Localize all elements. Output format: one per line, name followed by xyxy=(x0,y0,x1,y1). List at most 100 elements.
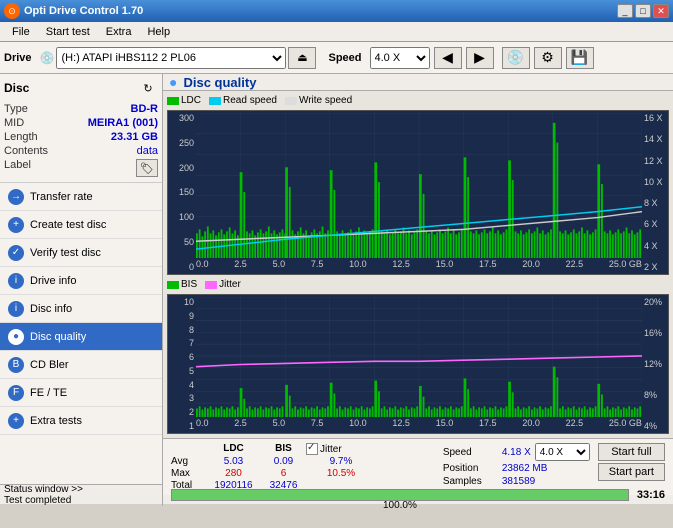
jitter-checkbox[interactable] xyxy=(306,443,318,455)
fe-te-icon: F xyxy=(8,385,24,401)
drive-label: Drive xyxy=(4,52,32,64)
bottom-chart-x-axis: 0.0 2.5 5.0 7.5 10.0 12.5 15.0 17.5 20.0… xyxy=(196,417,642,433)
max-bis: 6 xyxy=(261,468,306,479)
sidebar-item-verify-test-disc[interactable]: ✓ Verify test disc xyxy=(0,239,162,267)
bottom-chart-y-right: 20% 16% 12% 8% 4% xyxy=(642,295,668,433)
top-chart: 300 250 200 150 100 50 0 16 X 14 X 12 X … xyxy=(167,110,669,275)
sidebar-item-disc-quality[interactable]: ● Disc quality xyxy=(0,323,162,351)
sidebar-item-drive-info[interactable]: i Drive info xyxy=(0,267,162,295)
status-right: 100.0% 33:16 xyxy=(163,489,673,501)
status-left: Status window >> Test completed xyxy=(0,484,163,506)
eject-button[interactable]: ⏏ xyxy=(288,47,316,69)
prev-speed-button[interactable]: ◀ xyxy=(434,47,462,69)
max-label: Max xyxy=(171,468,206,479)
disc-type-value: BD-R xyxy=(131,103,159,115)
app-icon: ⊙ xyxy=(4,3,20,19)
disc-mid-value: MEIRA1 (001) xyxy=(88,117,158,129)
disc-label-button[interactable]: 🏷 xyxy=(136,159,158,177)
progress-fill xyxy=(172,490,628,500)
menu-file[interactable]: File xyxy=(4,25,38,39)
menu-start-test[interactable]: Start test xyxy=(38,25,98,39)
disc-contents-label: Contents xyxy=(4,145,48,157)
speed-value: 4.18 X xyxy=(502,447,531,458)
bottom-chart-inner xyxy=(196,297,642,417)
next-speed-button[interactable]: ▶ xyxy=(466,47,494,69)
cd-bler-icon: B xyxy=(8,357,24,373)
sidebar-item-cd-bler[interactable]: B CD Bler xyxy=(0,351,162,379)
speed-label: Speed xyxy=(328,52,361,64)
fe-te-label: FE / TE xyxy=(30,387,67,399)
position-value: 23862 MB xyxy=(502,463,548,474)
disc-info-label: Disc info xyxy=(30,303,72,315)
samples-value: 381589 xyxy=(502,476,535,487)
speed-label: Speed xyxy=(443,447,498,458)
menu-bar: File Start test Extra Help xyxy=(0,22,673,42)
start-part-button[interactable]: Start part xyxy=(598,463,665,481)
content-title: Disc quality xyxy=(183,75,256,90)
close-button[interactable]: ✕ xyxy=(653,4,669,18)
avg-bis: 0.09 xyxy=(261,456,306,467)
sidebar-item-disc-info[interactable]: i Disc info xyxy=(0,295,162,323)
status-window-button[interactable]: Status window >> xyxy=(4,484,158,495)
stats-ldc-header: LDC xyxy=(206,443,261,455)
disc-quality-label: Disc quality xyxy=(30,331,86,343)
verify-test-disc-icon: ✓ xyxy=(8,245,24,261)
bis-legend-color xyxy=(167,281,179,289)
content-header-icon: ● xyxy=(169,74,177,90)
menu-extra[interactable]: Extra xyxy=(98,25,140,39)
save-button[interactable]: 💾 xyxy=(566,47,594,69)
samples-label: Samples xyxy=(443,476,498,487)
max-ldc: 280 xyxy=(206,468,261,479)
drive-info-label: Drive info xyxy=(30,275,76,287)
progress-text: 100.0% xyxy=(172,500,628,512)
top-chart-x-axis: 0.0 2.5 5.0 7.5 10.0 12.5 15.0 17.5 20.0… xyxy=(196,258,642,274)
verify-test-disc-label: Verify test disc xyxy=(30,247,101,259)
time-display: 33:16 xyxy=(637,489,665,501)
disc-button[interactable]: 💿 xyxy=(502,47,530,69)
main-area: Disc ↻ Type BD-R MID MEIRA1 (001) Length… xyxy=(0,74,673,484)
sidebar-item-transfer-rate[interactable]: → Transfer rate xyxy=(0,183,162,211)
extra-tests-label: Extra tests xyxy=(30,415,82,427)
minimize-button[interactable]: _ xyxy=(617,4,633,18)
top-chart-y-left: 300 250 200 150 100 50 0 xyxy=(168,111,196,274)
sidebar-item-create-test-disc[interactable]: + Create test disc xyxy=(0,211,162,239)
create-test-disc-icon: + xyxy=(8,217,24,233)
maximize-button[interactable]: □ xyxy=(635,4,651,18)
sidebar-item-fe-te[interactable]: F FE / TE xyxy=(0,379,162,407)
speed-select[interactable]: 4.0 X xyxy=(370,47,430,69)
transfer-rate-label: Transfer rate xyxy=(30,191,93,203)
content-area: ● Disc quality LDC Read speed Write spee… xyxy=(163,74,673,484)
create-test-disc-label: Create test disc xyxy=(30,219,106,231)
disc-label-label: Label xyxy=(4,159,31,177)
bottom-chart: 10 9 8 7 6 5 4 3 2 1 20% 16% 12% 8% 4% xyxy=(167,294,669,434)
ldc-legend-color xyxy=(167,97,179,105)
sidebar-item-extra-tests[interactable]: + Extra tests xyxy=(0,407,162,435)
read-speed-legend-label: Read speed xyxy=(223,95,277,106)
bis-legend-label: BIS xyxy=(181,279,197,290)
read-speed-legend-color xyxy=(209,97,221,105)
disc-refresh-icon[interactable]: ↻ xyxy=(138,78,158,98)
charts-area: LDC Read speed Write speed 300 250 200 xyxy=(163,91,673,438)
drive-info-icon: i xyxy=(8,273,24,289)
jitter-legend-color xyxy=(205,281,217,289)
sidebar: Disc ↻ Type BD-R MID MEIRA1 (001) Length… xyxy=(0,74,163,484)
cd-bler-label: CD Bler xyxy=(30,359,69,371)
disc-mid-label: MID xyxy=(4,117,24,129)
menu-help[interactable]: Help xyxy=(139,25,178,39)
bottom-chart-y-left: 10 9 8 7 6 5 4 3 2 1 xyxy=(168,295,196,433)
drive-select[interactable]: (H:) ATAPI iHBS112 2 PL06 xyxy=(56,47,286,69)
disc-title: Disc xyxy=(4,81,29,95)
bottom-chart-legend: BIS Jitter xyxy=(167,279,669,290)
disc-length-value: 23.31 GB xyxy=(111,131,158,143)
start-full-button[interactable]: Start full xyxy=(598,443,665,461)
settings-button[interactable]: ⚙ xyxy=(534,47,562,69)
speed-select[interactable]: 4.0 X xyxy=(535,443,590,461)
content-header: ● Disc quality xyxy=(163,74,673,91)
title-bar: ⊙ Opti Drive Control 1.70 _ □ ✕ xyxy=(0,0,673,22)
app-title: Opti Drive Control 1.70 xyxy=(24,5,143,17)
extra-tests-icon: + xyxy=(8,413,24,429)
avg-label: Avg xyxy=(171,456,206,467)
disc-quality-icon: ● xyxy=(8,329,24,345)
top-chart-inner xyxy=(196,113,642,258)
transfer-rate-icon: → xyxy=(8,189,24,205)
